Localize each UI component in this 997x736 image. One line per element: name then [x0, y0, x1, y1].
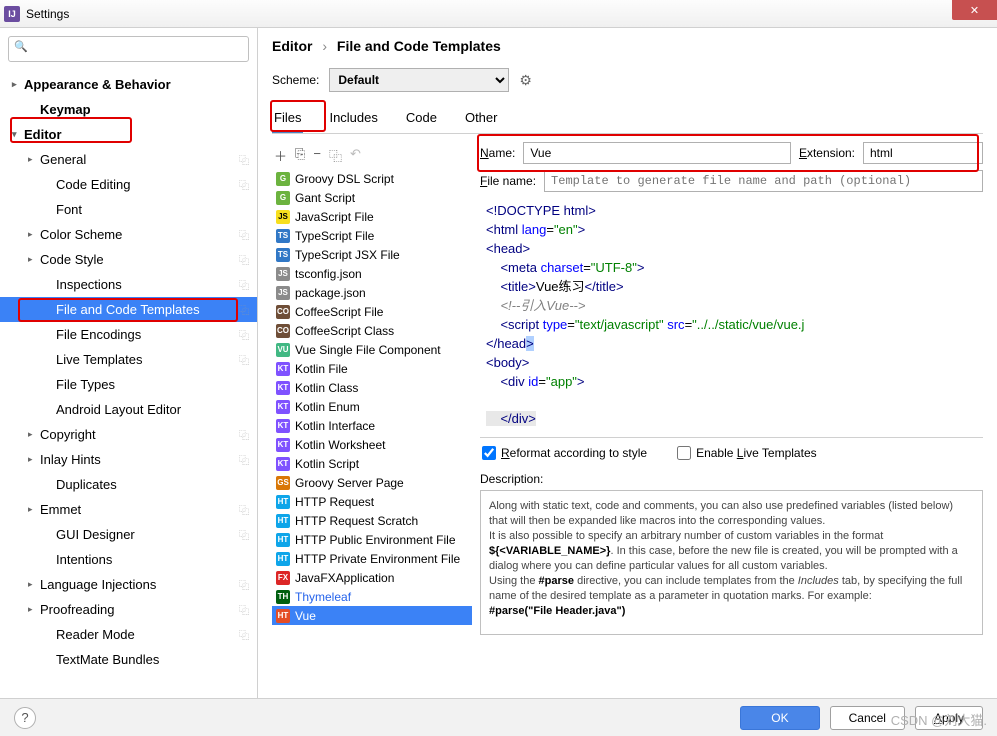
- template-item[interactable]: THThymeleaf: [272, 587, 472, 606]
- sidebar-item[interactable]: Editor: [0, 122, 257, 147]
- template-item[interactable]: HTHTTP Private Environment File: [272, 549, 472, 568]
- dialog-buttons: ? OK Cancel Apply: [0, 698, 997, 736]
- window-titlebar: IJ Settings ✕: [0, 0, 997, 28]
- template-item[interactable]: KTKotlin Class: [272, 378, 472, 397]
- name-label: NName:ame:: [480, 146, 515, 160]
- sidebar-item[interactable]: Reader Mode⿻: [0, 622, 257, 647]
- template-item[interactable]: COCoffeeScript Class: [272, 321, 472, 340]
- sidebar-item[interactable]: Language Injections⿻: [0, 572, 257, 597]
- tab-files[interactable]: Files: [272, 106, 303, 133]
- gear-icon[interactable]: ⚙: [519, 72, 532, 89]
- template-item[interactable]: JStsconfig.json: [272, 264, 472, 283]
- sidebar-item[interactable]: Keymap: [0, 97, 257, 122]
- filename-input[interactable]: [544, 170, 983, 192]
- template-item[interactable]: HTVue: [272, 606, 472, 625]
- description-box: Along with static text, code and comment…: [480, 490, 983, 635]
- template-item[interactable]: HTHTTP Public Environment File: [272, 530, 472, 549]
- sidebar-item[interactable]: Font: [0, 197, 257, 222]
- undo-icon[interactable]: ↶: [350, 146, 361, 165]
- template-list[interactable]: GGroovy DSL ScriptGGant ScriptJSJavaScri…: [272, 169, 472, 698]
- template-item[interactable]: TSTypeScript File: [272, 226, 472, 245]
- extension-label: Extension:: [799, 146, 855, 160]
- cancel-button[interactable]: Cancel: [830, 706, 905, 730]
- name-input[interactable]: [523, 142, 791, 164]
- sidebar-item[interactable]: GUI Designer⿻: [0, 522, 257, 547]
- filename-label: File name:: [480, 174, 536, 188]
- reformat-checkbox[interactable]: Reformat according to style: [482, 446, 647, 460]
- template-item[interactable]: KTKotlin Script: [272, 454, 472, 473]
- tabs: Files Includes Code Other: [272, 106, 983, 134]
- sidebar-item[interactable]: Inlay Hints⿻: [0, 447, 257, 472]
- sidebar-item[interactable]: File and Code Templates⿻: [0, 297, 257, 322]
- template-item[interactable]: TSTypeScript JSX File: [272, 245, 472, 264]
- template-item[interactable]: GGant Script: [272, 188, 472, 207]
- sidebar-item[interactable]: Appearance & Behavior: [0, 72, 257, 97]
- sidebar-item[interactable]: File Encodings⿻: [0, 322, 257, 347]
- extension-input[interactable]: [863, 142, 983, 164]
- breadcrumb-sep: ›: [322, 38, 327, 54]
- app-icon: IJ: [4, 6, 20, 22]
- sidebar-item[interactable]: Color Scheme⿻: [0, 222, 257, 247]
- sidebar-item[interactable]: Emmet⿻: [0, 497, 257, 522]
- scheme-select[interactable]: Default: [329, 68, 509, 92]
- sidebar-item[interactable]: Live Templates⿻: [0, 347, 257, 372]
- sidebar-item[interactable]: Inspections⿻: [0, 272, 257, 297]
- description-label: Description:: [480, 472, 983, 486]
- settings-tree[interactable]: Appearance & BehaviorKeymapEditorGeneral…: [0, 70, 257, 698]
- settings-content: Editor › File and Code Templates Scheme:…: [258, 28, 997, 698]
- template-item[interactable]: GGroovy DSL Script: [272, 169, 472, 188]
- template-item[interactable]: HTHTTP Request: [272, 492, 472, 511]
- template-item[interactable]: KTKotlin File: [272, 359, 472, 378]
- template-item[interactable]: JSJavaScript File: [272, 207, 472, 226]
- sidebar-item[interactable]: Duplicates: [0, 472, 257, 497]
- apply-button[interactable]: Apply: [915, 706, 983, 730]
- sidebar-item[interactable]: File Types: [0, 372, 257, 397]
- live-templates-checkbox[interactable]: Enable Live Templates: [677, 446, 817, 460]
- sidebar-item[interactable]: Proofreading⿻: [0, 597, 257, 622]
- sidebar-item[interactable]: Code Editing⿻: [0, 172, 257, 197]
- tab-other[interactable]: Other: [463, 106, 500, 133]
- help-button[interactable]: ?: [14, 707, 36, 729]
- template-item[interactable]: VUVue Single File Component: [272, 340, 472, 359]
- template-item[interactable]: HTHTTP Request Scratch: [272, 511, 472, 530]
- template-item[interactable]: JSpackage.json: [272, 283, 472, 302]
- template-item[interactable]: GSGroovy Server Page: [272, 473, 472, 492]
- template-item[interactable]: KTKotlin Enum: [272, 397, 472, 416]
- add-icon[interactable]: ＋: [274, 146, 287, 165]
- sidebar-item[interactable]: Copyright⿻: [0, 422, 257, 447]
- breadcrumb: Editor › File and Code Templates: [272, 38, 983, 54]
- template-item[interactable]: KTKotlin Interface: [272, 416, 472, 435]
- tab-includes[interactable]: Includes: [327, 106, 379, 133]
- settings-sidebar: Appearance & BehaviorKeymapEditorGeneral…: [0, 28, 258, 698]
- sidebar-item[interactable]: Code Style⿻: [0, 247, 257, 272]
- template-toolbar: ＋ ⎘ − ⿻ ↶: [272, 142, 472, 169]
- sidebar-item[interactable]: General⿻: [0, 147, 257, 172]
- close-button[interactable]: ✕: [952, 0, 997, 20]
- search-input[interactable]: [8, 36, 249, 62]
- template-code-editor[interactable]: <!DOCTYPE html> <html lang="en"> <head> …: [480, 198, 983, 438]
- window-title: Settings: [26, 7, 69, 21]
- sidebar-item[interactable]: Intentions: [0, 547, 257, 572]
- remove-icon[interactable]: −: [313, 146, 321, 165]
- ok-button[interactable]: OK: [740, 706, 819, 730]
- copy-icon[interactable]: ⿻: [329, 146, 342, 165]
- template-item[interactable]: COCoffeeScript File: [272, 302, 472, 321]
- template-item[interactable]: KTKotlin Worksheet: [272, 435, 472, 454]
- sidebar-item[interactable]: Android Layout Editor: [0, 397, 257, 422]
- scheme-label: Scheme:: [272, 73, 319, 87]
- sidebar-item[interactable]: TextMate Bundles: [0, 647, 257, 672]
- template-item[interactable]: FXJavaFXApplication: [272, 568, 472, 587]
- tab-code[interactable]: Code: [404, 106, 439, 133]
- copy-template-icon[interactable]: ⎘: [295, 146, 305, 165]
